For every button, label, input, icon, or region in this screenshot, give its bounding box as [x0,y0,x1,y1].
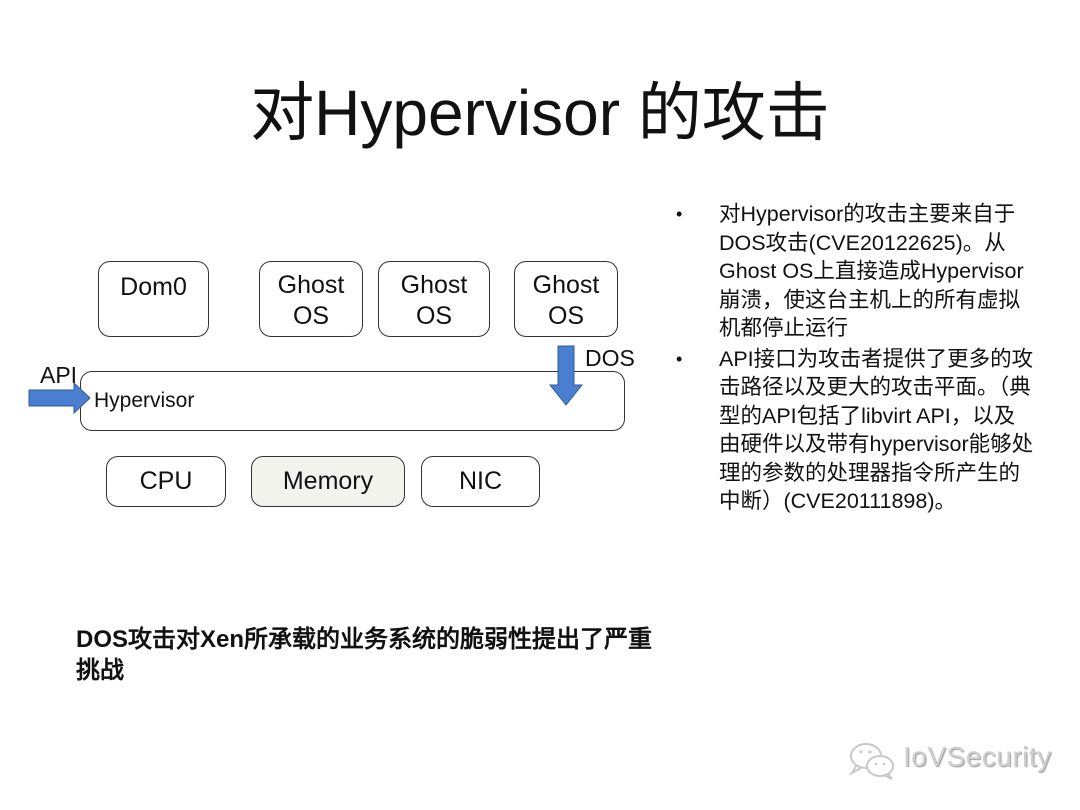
nic-box: NIC [421,456,540,507]
bullet-item: • API接口为攻击者提供了更多的攻击路径以及更大的攻击平面。（典型的API包括… [676,345,1036,516]
ghost-os-box-3: Ghost OS [514,261,618,337]
dos-arrow-icon [549,345,583,406]
dom0-box: Dom0 [98,261,209,337]
bullet-list: • 对Hypervisor的攻击主要来自于DOS攻击(CVE20122625)。… [676,200,1036,518]
ghost-os-box-2: Ghost OS [378,261,490,337]
watermark: IoVSecurity [848,740,1058,780]
bullet-text: API接口为攻击者提供了更多的攻击路径以及更大的攻击平面。（典型的API包括了l… [719,346,1034,514]
cpu-label: CPU [139,467,193,495]
ghost-os-label-line2: OS [547,302,585,330]
dos-label: DOS [585,345,635,371]
watermark-text: IoVSecurity [903,741,1052,772]
cpu-box: CPU [106,456,226,507]
ghost-os-box-1: Ghost OS [259,261,363,337]
hypervisor-label: Hypervisor [94,389,195,412]
conclusion-text: DOS攻击对Xen所承载的业务系统的脆弱性提出了严重挑战 [76,626,653,684]
memory-box: Memory [251,456,405,507]
bullet-text: 对Hypervisor的攻击主要来自于DOS攻击(CVE20122625)。从G… [719,202,1024,340]
ghost-os-label-line1: Ghost [532,271,600,299]
ghost-os-label-line1: Ghost [400,271,468,299]
dom0-label: Dom0 [120,273,187,301]
memory-label: Memory [282,467,374,495]
api-arrow-icon [28,382,91,414]
ghost-os-label-line2: OS [415,302,453,330]
nic-label: NIC [458,467,503,495]
bullet-item: • 对Hypervisor的攻击主要来自于DOS攻击(CVE20122625)。… [676,200,1036,343]
slide-title: 对Hypervisor 的攻击 [250,77,830,149]
ghost-os-label-line2: OS [292,302,330,330]
bullet-icon: • [676,348,683,369]
ghost-os-label-line1: Ghost [277,271,345,299]
wechat-icon [849,743,894,780]
bullet-icon: • [676,204,683,224]
